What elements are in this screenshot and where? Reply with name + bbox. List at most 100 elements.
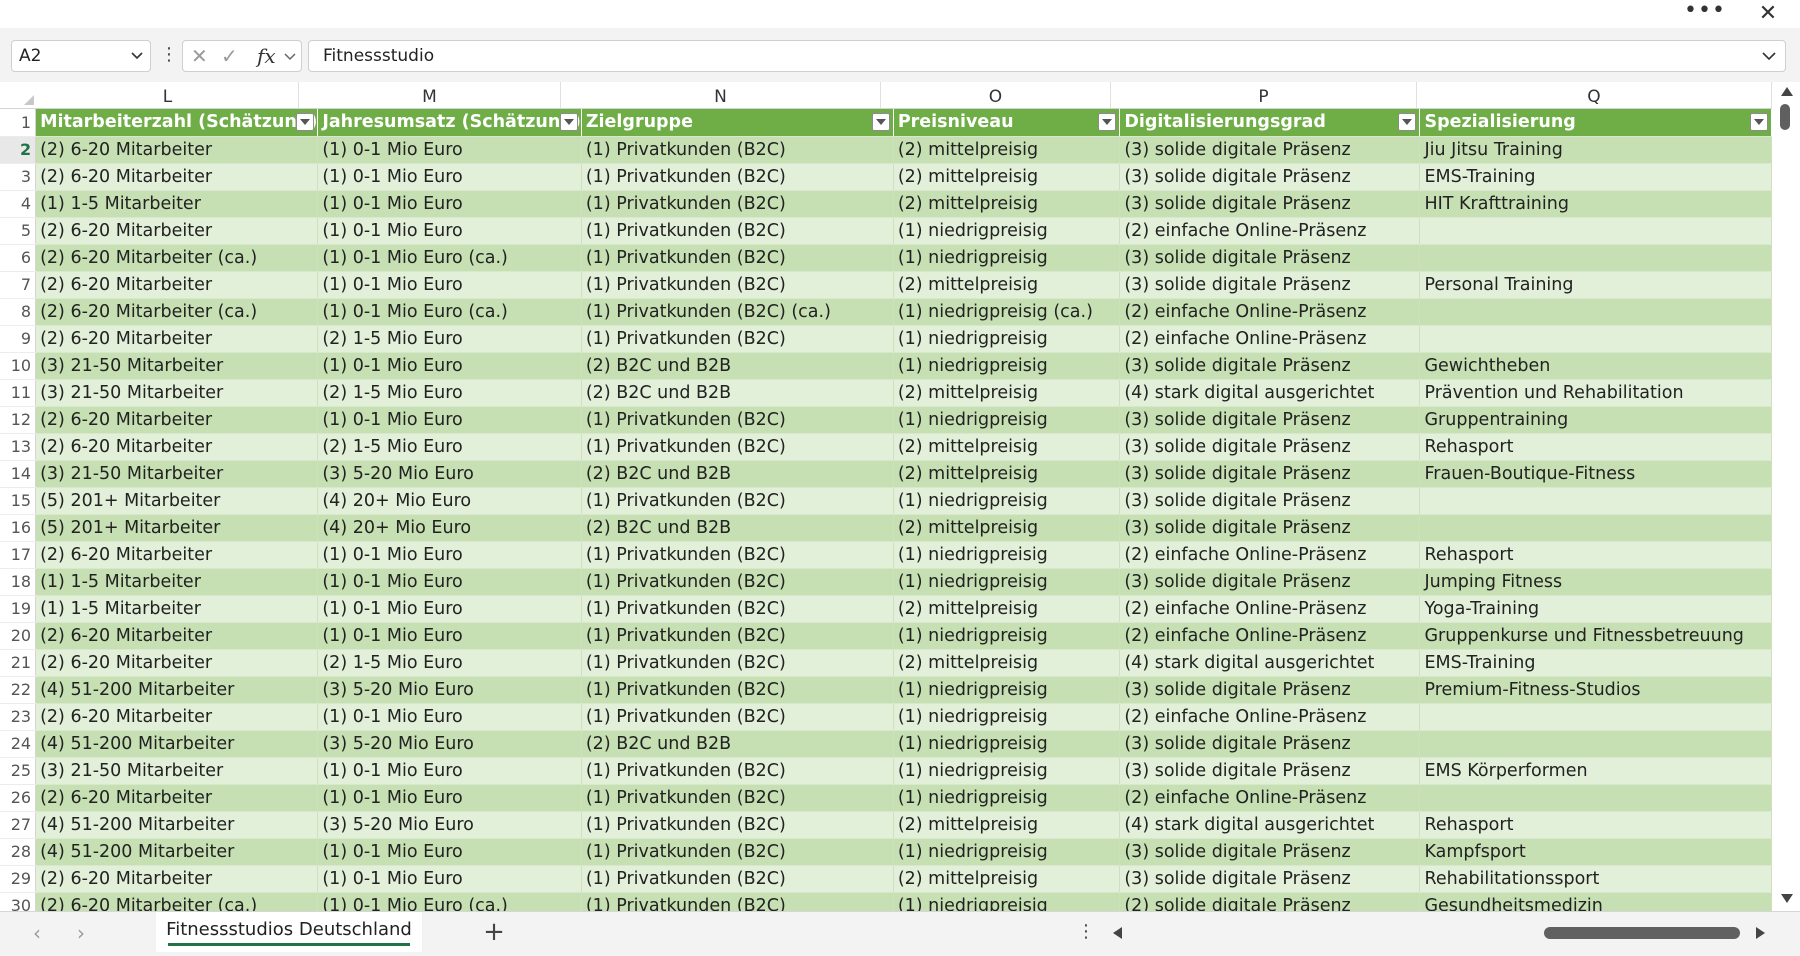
cell-digitalisierungsgrad[interactable]: (2) einfache Online-Präsenz (1119, 541, 1421, 569)
cell-spezialisierung[interactable]: Rehabilitationssport (1419, 865, 1772, 893)
cell-preisniveau[interactable]: (1) niedrigpreisig (893, 217, 1121, 245)
formula-input[interactable]: Fitnessstudio (308, 40, 1786, 72)
cell-digitalisierungsgrad[interactable]: (3) solide digitale Präsenz (1119, 865, 1421, 893)
cell-preisniveau[interactable]: (1) niedrigpreisig (893, 703, 1121, 731)
row-header[interactable]: 11 (0, 379, 37, 407)
cell-jahresumsatz[interactable]: (1) 0-1 Mio Euro (317, 838, 582, 866)
cell-spezialisierung[interactable]: HIT Krafttraining (1419, 190, 1772, 218)
cell-preisniveau[interactable]: (1) niedrigpreisig (893, 676, 1121, 704)
cancel-icon[interactable]: ✕ (191, 44, 208, 68)
cell-mitarbeiterzahl[interactable]: (2) 6-20 Mitarbeiter (35, 865, 319, 893)
cell-preisniveau[interactable]: (2) mittelpreisig (893, 136, 1121, 164)
column-header-m[interactable]: M (299, 82, 561, 108)
horizontal-scroll-thumb[interactable] (1544, 927, 1740, 939)
cell-jahresumsatz[interactable]: (1) 0-1 Mio Euro (317, 190, 582, 218)
next-sheet-icon[interactable]: › (70, 922, 92, 944)
cell-mitarbeiterzahl[interactable]: (2) 6-20 Mitarbeiter (35, 784, 319, 812)
cell-preisniveau[interactable]: (2) mittelpreisig (893, 865, 1121, 893)
cell-zielgruppe[interactable]: (1) Privatkunden (B2C) (581, 757, 894, 785)
cell-zielgruppe[interactable]: (1) Privatkunden (B2C) (581, 163, 894, 191)
cell-jahresumsatz[interactable]: (4) 20+ Mio Euro (317, 514, 582, 542)
cell-spezialisierung[interactable] (1419, 703, 1772, 731)
cell-jahresumsatz[interactable]: (2) 1-5 Mio Euro (317, 379, 582, 407)
row-header[interactable]: 14 (0, 460, 37, 488)
row-header[interactable]: 13 (0, 433, 37, 461)
cell-mitarbeiterzahl[interactable]: (2) 6-20 Mitarbeiter (35, 217, 319, 245)
cell-spezialisierung[interactable] (1419, 244, 1772, 272)
cell-zielgruppe[interactable]: (2) B2C und B2B (581, 730, 894, 758)
cell-jahresumsatz[interactable]: (1) 0-1 Mio Euro (317, 757, 582, 785)
filter-dropdown-icon[interactable] (1098, 113, 1117, 131)
row-header[interactable]: 28 (0, 838, 37, 866)
cell-mitarbeiterzahl[interactable]: (1) 1-5 Mitarbeiter (35, 190, 319, 218)
cell-jahresumsatz[interactable]: (2) 1-5 Mio Euro (317, 433, 582, 461)
cell-mitarbeiterzahl[interactable]: (3) 21-50 Mitarbeiter (35, 460, 319, 488)
cell-preisniveau[interactable]: (1) niedrigpreisig (893, 406, 1121, 434)
cell-spezialisierung[interactable]: Gruppentraining (1419, 406, 1772, 434)
cell-digitalisierungsgrad[interactable]: (3) solide digitale Präsenz (1119, 568, 1421, 596)
cell-spezialisierung[interactable]: Jumping Fitness (1419, 568, 1772, 596)
cell-zielgruppe[interactable]: (2) B2C und B2B (581, 514, 894, 542)
cell-preisniveau[interactable]: (2) mittelpreisig (893, 379, 1121, 407)
cell-jahresumsatz[interactable]: (1) 0-1 Mio Euro (317, 703, 582, 731)
filter-dropdown-icon[interactable] (871, 113, 890, 131)
scroll-left-icon[interactable] (1113, 927, 1122, 939)
cell-zielgruppe[interactable]: (1) Privatkunden (B2C) (581, 271, 894, 299)
cell-jahresumsatz[interactable]: (1) 0-1 Mio Euro (ca.) (317, 892, 582, 911)
cell-mitarbeiterzahl[interactable]: (2) 6-20 Mitarbeiter (ca.) (35, 298, 319, 326)
cell-spezialisierung[interactable]: Rehasport (1419, 541, 1772, 569)
cell-preisniveau[interactable]: (1) niedrigpreisig (893, 892, 1121, 911)
scroll-down-icon[interactable] (1781, 894, 1793, 903)
cell-zielgruppe[interactable]: (1) Privatkunden (B2C) (581, 406, 894, 434)
cell-preisniveau[interactable]: (1) niedrigpreisig (893, 568, 1121, 596)
cell-jahresumsatz[interactable]: (1) 0-1 Mio Euro (317, 784, 582, 812)
cell-spezialisierung[interactable]: Rehasport (1419, 811, 1772, 839)
cell-jahresumsatz[interactable]: (1) 0-1 Mio Euro (317, 271, 582, 299)
scroll-right-icon[interactable] (1756, 927, 1765, 939)
cell-mitarbeiterzahl[interactable]: (4) 51-200 Mitarbeiter (35, 676, 319, 704)
cell-zielgruppe[interactable]: (2) B2C und B2B (581, 352, 894, 380)
cell-digitalisierungsgrad[interactable]: (3) solide digitale Präsenz (1119, 163, 1421, 191)
cell-spezialisierung[interactable]: EMS Körperformen (1419, 757, 1772, 785)
cell-preisniveau[interactable]: (1) niedrigpreisig (893, 352, 1121, 380)
cell-jahresumsatz[interactable]: (2) 1-5 Mio Euro (317, 325, 582, 353)
cell-zielgruppe[interactable]: (2) B2C und B2B (581, 379, 894, 407)
row-header[interactable]: 1 (0, 109, 37, 137)
row-header[interactable]: 15 (0, 487, 37, 515)
sheet-options-icon[interactable]: ⋮ (1077, 920, 1095, 946)
formula-options-icon[interactable]: ⋮ (160, 42, 178, 70)
column-header-l[interactable]: L (37, 82, 299, 108)
cell-jahresumsatz[interactable]: (3) 5-20 Mio Euro (317, 676, 582, 704)
cell-zielgruppe[interactable]: (1) Privatkunden (B2C) (581, 568, 894, 596)
cell-zielgruppe[interactable]: (1) Privatkunden (B2C) (581, 244, 894, 272)
cell-spezialisierung[interactable]: Gewichtheben (1419, 352, 1772, 380)
cell-digitalisierungsgrad[interactable]: (3) solide digitale Präsenz (1119, 352, 1421, 380)
cell-zielgruppe[interactable]: (1) Privatkunden (B2C) (581, 703, 894, 731)
cell-jahresumsatz[interactable]: (1) 0-1 Mio Euro (317, 622, 582, 650)
cell-mitarbeiterzahl[interactable]: (2) 6-20 Mitarbeiter (35, 406, 319, 434)
worksheet-grid[interactable]: L M N O P Q 1 Mitarbeiterzahl (Schätzung… (0, 82, 1772, 911)
cell-preisniveau[interactable]: (1) niedrigpreisig (893, 838, 1121, 866)
filter-dropdown-icon[interactable] (559, 113, 578, 131)
cell-mitarbeiterzahl[interactable]: (2) 6-20 Mitarbeiter (35, 433, 319, 461)
cell-jahresumsatz[interactable]: (1) 0-1 Mio Euro (317, 217, 582, 245)
cell-preisniveau[interactable]: (1) niedrigpreisig (ca.) (893, 298, 1121, 326)
row-header[interactable]: 27 (0, 811, 37, 839)
cell-mitarbeiterzahl[interactable]: (2) 6-20 Mitarbeiter (35, 649, 319, 677)
cell-spezialisierung[interactable]: Kampfsport (1419, 838, 1772, 866)
row-header[interactable]: 17 (0, 541, 37, 569)
column-header-o[interactable]: O (881, 82, 1111, 108)
cell-zielgruppe[interactable]: (1) Privatkunden (B2C) (581, 811, 894, 839)
cell-mitarbeiterzahl[interactable]: (5) 201+ Mitarbeiter (35, 514, 319, 542)
cell-digitalisierungsgrad[interactable]: (2) einfache Online-Präsenz (1119, 622, 1421, 650)
row-header[interactable]: 8 (0, 298, 37, 326)
row-header[interactable]: 19 (0, 595, 37, 623)
cell-zielgruppe[interactable]: (1) Privatkunden (B2C) (ca.) (581, 298, 894, 326)
row-header[interactable]: 30 (0, 892, 37, 911)
cell-mitarbeiterzahl[interactable]: (2) 6-20 Mitarbeiter (ca.) (35, 892, 319, 911)
cell-jahresumsatz[interactable]: (1) 0-1 Mio Euro (317, 595, 582, 623)
row-header[interactable]: 29 (0, 865, 37, 893)
row-header[interactable]: 10 (0, 352, 37, 380)
cell-preisniveau[interactable]: (2) mittelpreisig (893, 271, 1121, 299)
cell-mitarbeiterzahl[interactable]: (2) 6-20 Mitarbeiter (35, 271, 319, 299)
